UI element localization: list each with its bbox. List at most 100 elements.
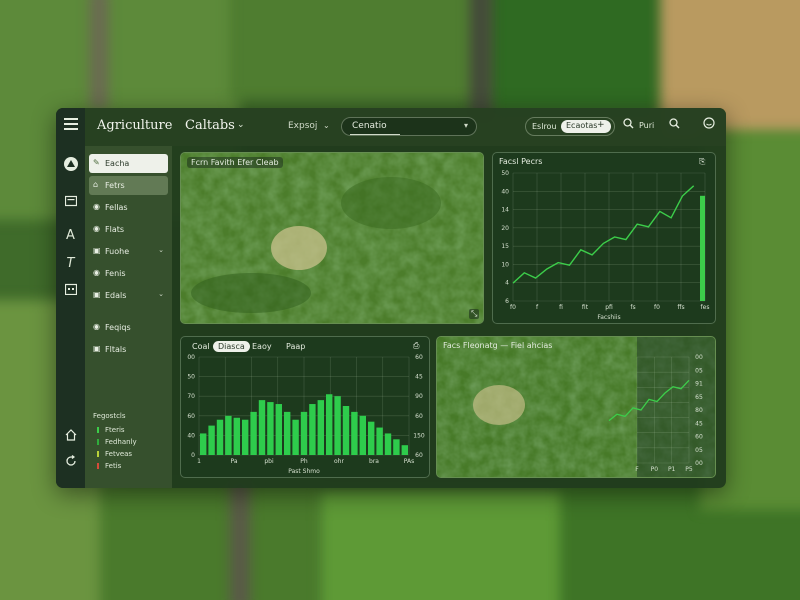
x-tick-label: Pa — [230, 458, 237, 465]
sidebar-item[interactable]: ◉ Fenis — [89, 264, 168, 283]
y-tick-label-right: 60 — [415, 354, 423, 361]
x-tick-label: 1 — [197, 458, 201, 465]
chevron-down-icon[interactable]: ⌄ — [158, 246, 164, 254]
file-icon: ▣ — [93, 246, 101, 255]
chevron-down-icon[interactable]: ⌄ — [323, 121, 330, 130]
dropdown-arrow-icon[interactable]: ▾ — [464, 121, 468, 130]
bar — [342, 406, 350, 455]
x-tick-label: PAs — [404, 458, 414, 465]
search-value[interactable]: Cenatio — [352, 121, 387, 131]
y-tick-label-right: 150 — [413, 432, 425, 439]
y-tick-label: 60 — [695, 434, 703, 441]
y-tick-label: 0 — [191, 452, 195, 459]
edit-icon[interactable] — [725, 117, 726, 135]
y-tick-label: 14 — [501, 207, 509, 214]
smiley-icon[interactable] — [700, 117, 718, 135]
bar — [326, 394, 333, 455]
hamburger-icon[interactable] — [61, 117, 80, 136]
map-line-panel: Facs Fleonatg — Fiel ahcias 00 05 91 65 80 45… — [436, 336, 716, 478]
x-tick-label: P1 — [668, 466, 676, 473]
legend-label: Fetis — [105, 462, 122, 470]
bar — [368, 421, 375, 455]
bar — [284, 411, 291, 455]
sidebar-item[interactable]: ◉ Fellas — [89, 198, 168, 217]
sidebar-item-label: Fenis — [105, 269, 126, 278]
legend-swatch — [97, 463, 99, 469]
bar — [351, 411, 358, 455]
text-icon[interactable]: A — [61, 226, 80, 245]
legend-item: Fetveas — [97, 450, 132, 458]
legend-label: Fetveas — [105, 450, 133, 458]
bar — [250, 411, 257, 455]
document-icon[interactable] — [61, 194, 80, 213]
bar — [300, 411, 308, 455]
aerial-map[interactable] — [181, 153, 484, 324]
sidebar-item[interactable]: ◉ Feqiqs — [89, 318, 168, 337]
x-tick-label: Ph — [300, 458, 308, 465]
y-tick-label: 10 — [501, 261, 509, 268]
y-tick-label: 00 — [695, 354, 703, 361]
expand-icon[interactable]: ⤡ — [469, 309, 480, 319]
run-label[interactable]: Puri — [639, 121, 654, 130]
x-tick-label: f0 — [654, 304, 660, 311]
pin-icon: ◉ — [93, 224, 100, 233]
sidebar-item-label: Fellas — [105, 203, 128, 212]
legend-label: Fteris — [105, 426, 125, 434]
filter-label[interactable]: Eslrou — [532, 122, 557, 131]
zoom-icon[interactable] — [665, 117, 683, 135]
pin-icon: ◉ — [93, 202, 100, 211]
sidebar-item[interactable]: ▣ Edals ⌄ — [89, 286, 168, 305]
legend-item: Fteris — [97, 426, 125, 434]
data-spike — [700, 195, 705, 301]
sidebar-item[interactable]: ◉ Flats — [89, 220, 168, 239]
filter-pill[interactable]: Ecaotas + — [561, 120, 611, 133]
sidebar-item-label: Flats — [105, 225, 125, 234]
sidebar-item[interactable]: ▣ Fltals — [89, 340, 168, 359]
bar-chart-panel: Coal Diasca Eaoy Paap ⎙ 00 50 70 60 40 0 60 45 90 60… — [180, 336, 430, 478]
pin-icon: ◉ — [93, 322, 100, 331]
tag-icon: ✎ — [93, 158, 100, 167]
sidebar-item[interactable]: ▣ Fuohe ⌄ — [89, 242, 168, 261]
y-tick-label: 15 — [501, 243, 509, 250]
line-chart: 6 4 10 15 20 14 40 50 f0 f fi fit pfi fs f0 ffs fes Facsh… — [501, 170, 709, 321]
y-tick-label: 05 — [695, 447, 703, 454]
bar — [233, 417, 240, 455]
bar — [317, 400, 324, 455]
y-tick-label: 50 — [187, 374, 195, 381]
leaf-icon[interactable] — [61, 156, 80, 175]
search-input[interactable]: Cenatio ▾ — [341, 117, 477, 136]
app-window: A T Agriculture Caltabs ⌄ Expsoj ⌄ Cenat… — [56, 108, 726, 488]
home-icon[interactable] — [61, 428, 80, 447]
bar — [384, 433, 392, 455]
calendar-icon[interactable] — [61, 282, 80, 301]
y-tick-label: 40 — [187, 432, 195, 439]
sidebar-item[interactable]: ⌂ Fetrs — [89, 176, 168, 195]
y-tick-label-right: 90 — [415, 393, 423, 400]
user-icon: ⌂ — [93, 180, 99, 189]
bar — [376, 427, 383, 455]
x-tick-label: fit — [582, 304, 589, 311]
chevron-down-icon[interactable]: ⌄ — [237, 120, 245, 130]
search-icon[interactable] — [619, 117, 637, 135]
section-title[interactable]: Caltabs — [185, 118, 235, 133]
y-tick-label: 4 — [505, 280, 509, 287]
refresh-icon[interactable] — [61, 454, 80, 473]
pin-icon: ◉ — [93, 268, 100, 277]
map-title: Fcrn Favith Efer Cleab — [187, 157, 283, 168]
filter-group: Eslrou Ecaotas + — [525, 117, 615, 136]
map-panel[interactable]: Fcrn Favith Efer Cleab ⤡ — [180, 152, 484, 324]
plus-icon[interactable]: + — [597, 120, 605, 130]
bar — [216, 419, 224, 455]
x-tick-label: pfi — [605, 304, 613, 311]
font-icon[interactable]: T — [61, 254, 80, 273]
x-axis-label: Past Shmo — [288, 468, 320, 475]
legend-label: Fedhanly — [105, 438, 137, 446]
chevron-down-icon[interactable]: ⌄ — [158, 290, 164, 298]
x-tick-label: ffs — [677, 304, 684, 311]
top-bar: Agriculture Caltabs ⌄ Expsoj ⌄ Cenatio ▾… — [85, 108, 726, 146]
x-tick-label: P0 — [651, 466, 659, 473]
x-tick-label: fs — [630, 304, 635, 311]
y-tick-label: 65 — [695, 394, 703, 401]
sidebar-item[interactable]: ✎ Eacha — [89, 154, 168, 173]
y-tick-label-right: 60 — [415, 413, 423, 420]
